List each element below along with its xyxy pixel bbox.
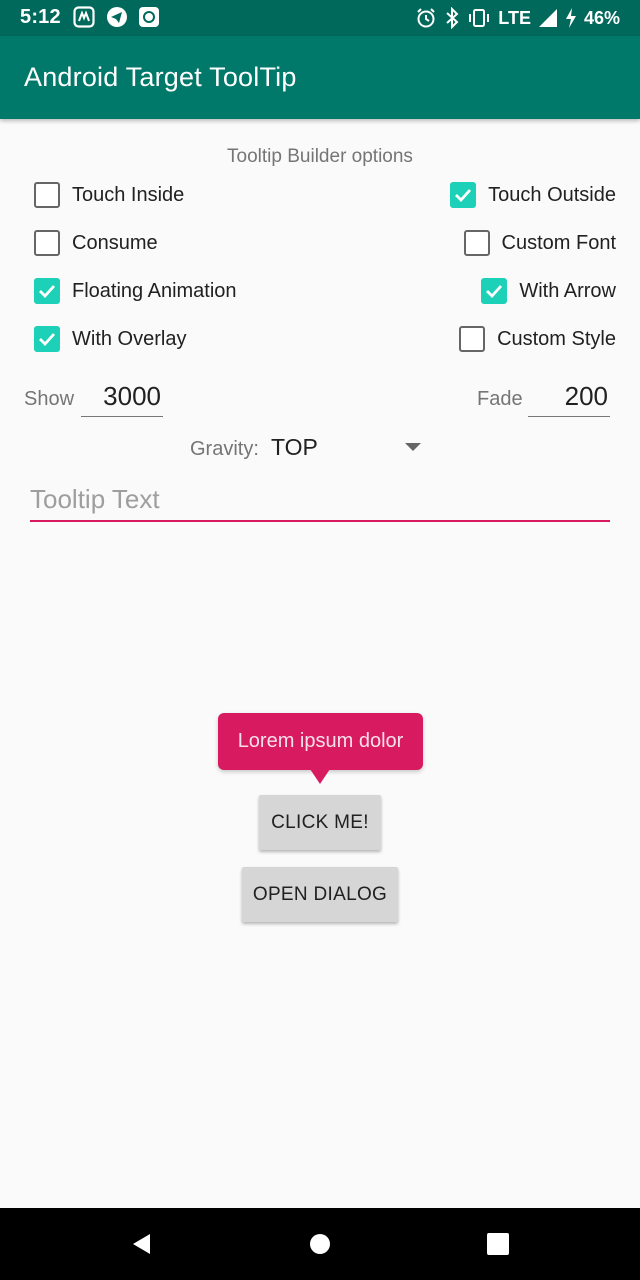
check-icon	[39, 285, 56, 299]
checkbox-box[interactable]	[481, 278, 508, 304]
checkbox-box[interactable]	[463, 230, 490, 256]
status-right-icons: LTE 46%	[415, 5, 620, 31]
show-label: Show	[24, 388, 75, 410]
click-me-button[interactable]: CLICK ME!	[259, 795, 381, 850]
check-icon	[455, 189, 472, 203]
checkbox-with-arrow[interactable]: With Arrow	[481, 271, 616, 311]
tooltip-text-placeholder: Tooltip Text	[30, 484, 160, 514]
signal-icon	[538, 9, 557, 27]
checkbox-box[interactable]	[34, 326, 60, 352]
telegram-icon	[107, 7, 127, 27]
checkbox-box[interactable]	[450, 182, 477, 208]
gravity-label: Gravity:	[190, 438, 259, 460]
checkbox-floating-animation[interactable]: Floating Animation	[34, 271, 237, 311]
checkbox-label: With Overlay	[72, 327, 187, 350]
tooltip: Lorem ipsum dolor	[218, 713, 423, 770]
checkbox-box[interactable]	[34, 182, 60, 208]
bluetooth-icon	[446, 7, 459, 29]
checkbox-custom-style[interactable]: Custom Style	[459, 319, 616, 359]
app-title: Android Target ToolTip	[24, 62, 297, 92]
app-icon	[139, 7, 159, 27]
checkbox-with-overlay[interactable]: With Overlay	[34, 319, 186, 359]
status-bar: 5:12 LTE 46%	[0, 0, 640, 36]
app-bar: Android Target ToolTip	[0, 36, 640, 119]
back-icon[interactable]	[130, 1232, 154, 1256]
tooltip-text: Lorem ipsum dolor	[237, 730, 404, 752]
dropdown-arrow-icon[interactable]	[405, 443, 421, 451]
check-icon	[39, 333, 56, 347]
battery-percent: 46%	[583, 7, 620, 28]
gravity-select[interactable]: TOP	[271, 434, 318, 461]
network-type: LTE	[498, 7, 531, 28]
options-title: Tooltip Builder options	[227, 146, 413, 167]
checkbox-touch-outside[interactable]: Touch Outside	[450, 175, 616, 215]
sd-card-icon	[73, 6, 95, 28]
charging-icon	[565, 8, 576, 28]
checkbox-label: Custom Style	[497, 327, 616, 350]
open-dialog-button[interactable]: OPEN DIALOG	[242, 867, 398, 922]
checkbox-label: Touch Inside	[72, 183, 185, 206]
status-time: 5:12	[20, 6, 61, 28]
fade-label: Fade	[477, 388, 523, 410]
tooltip-text-input[interactable]: Tooltip Text	[30, 480, 610, 522]
checkbox-label: Touch Outside	[488, 183, 616, 206]
checkbox-label: With Arrow	[519, 279, 616, 302]
checkbox-touch-inside[interactable]: Touch Inside	[34, 175, 184, 215]
recents-icon[interactable]	[486, 1232, 510, 1256]
checkbox-label: Custom Font	[501, 231, 616, 254]
check-icon	[486, 285, 503, 299]
checkbox-custom-font[interactable]: Custom Font	[463, 223, 616, 263]
fade-input[interactable]: 200	[528, 379, 610, 417]
checkbox-label: Consume	[72, 231, 158, 254]
home-icon[interactable]	[308, 1232, 332, 1256]
navigation-bar	[0, 1208, 640, 1280]
checkbox-box[interactable]	[459, 326, 486, 352]
tooltip-arrow	[310, 769, 330, 784]
alarm-icon	[417, 8, 436, 28]
show-input[interactable]: 3000	[81, 379, 163, 417]
checkbox-consume[interactable]: Consume	[34, 223, 158, 263]
checkbox-box[interactable]	[34, 230, 60, 256]
checkbox-box[interactable]	[34, 278, 60, 304]
checkbox-label: Floating Animation	[72, 279, 237, 302]
vibrate-icon	[469, 9, 490, 27]
